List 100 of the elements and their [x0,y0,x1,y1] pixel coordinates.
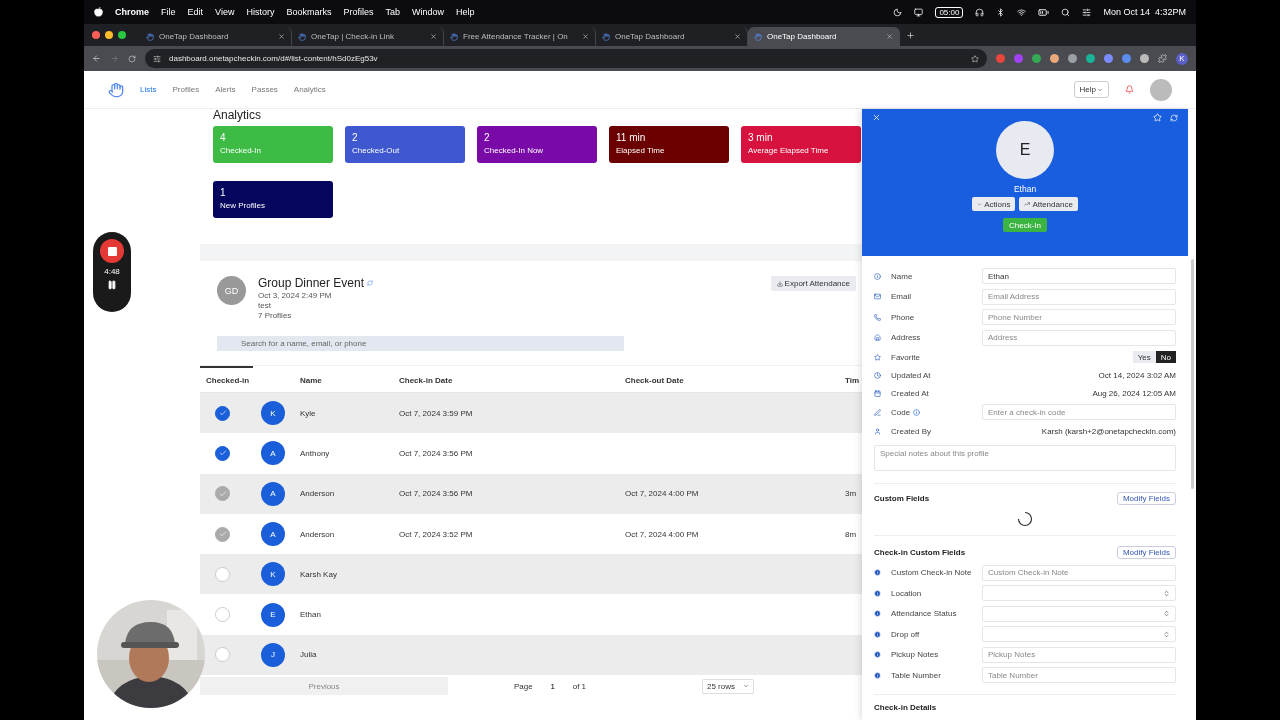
monitor-icon[interactable] [914,7,924,17]
menu-item[interactable]: Bookmarks [286,7,332,17]
person-icon [874,428,881,435]
battery-icon[interactable] [1038,6,1050,18]
close-icon[interactable] [430,33,437,40]
text-field[interactable]: Custom Check-in Note [982,564,1176,581]
text-field[interactable]: Phone Number [982,309,1176,326]
nav-link[interactable]: Passes [251,85,278,94]
check-in-toggle[interactable] [215,526,230,542]
back-icon[interactable] [92,54,101,63]
menu-item[interactable]: Chrome [115,7,149,17]
hand-icon [146,32,154,41]
menu-item[interactable]: File [161,7,176,17]
new-tab-icon[interactable] [906,30,915,40]
hand-logo-icon[interactable] [108,81,124,98]
column-header[interactable]: Tim [839,366,862,392]
close-icon[interactable] [734,33,741,40]
toggle-option[interactable]: Yes [1132,351,1156,363]
column-header[interactable]: Check-out Date [619,366,839,392]
select-field[interactable] [982,585,1176,602]
profile-avatar[interactable]: K [1176,52,1188,65]
moon-icon[interactable] [893,7,903,17]
select-field[interactable] [982,626,1176,643]
check-in-toggle[interactable] [215,486,230,502]
info-icon [874,610,881,618]
column-header[interactable]: Name [294,366,393,392]
headphones-icon[interactable] [975,7,985,17]
refresh-icon[interactable] [1170,113,1178,122]
close-icon[interactable] [278,33,285,40]
menu-item[interactable]: Window [411,7,444,17]
field-label: Table Number [891,670,941,680]
text-field[interactable]: Address [982,329,1176,346]
notes-field[interactable]: Special notes about this profile [874,444,1176,471]
text-field[interactable]: Enter a check-in code [982,404,1176,421]
name-cell-text: Anderson [299,489,336,499]
menu-item[interactable]: View [215,7,235,17]
extensions-icon[interactable] [1158,54,1167,63]
menu-item[interactable]: Profiles [343,7,374,17]
close-icon[interactable] [582,33,589,40]
close-dot[interactable] [92,31,100,39]
timer-badge[interactable]: 05:00 [935,6,964,18]
refresh-icon[interactable] [367,280,374,286]
check-in-toggle[interactable] [215,405,230,421]
nav-link[interactable]: Analytics [293,85,326,94]
text-field[interactable]: Email Address [982,288,1176,305]
menu-item[interactable]: Help [456,7,475,17]
rows-select[interactable]: 25 rows [702,678,754,694]
bluetooth-icon[interactable] [996,7,1006,17]
text-field[interactable]: Table Number [982,667,1176,684]
browser-tab[interactable]: OneTap Dashboard [748,27,900,46]
caret-icon [977,201,983,207]
nav-link[interactable]: Profiles [172,85,200,94]
text-field[interactable]: Ethan [982,268,1176,285]
hand-icon [602,32,610,41]
menu-item[interactable]: Tab [385,7,400,17]
text-field[interactable]: Pickup Notes [982,646,1176,663]
scrollbar-thumb[interactable] [1190,259,1194,489]
search-icon[interactable] [1061,7,1071,17]
help-button[interactable]: Help [1073,81,1109,98]
nav-link[interactable]: Alerts [215,85,236,94]
actions-button[interactable]: Actions [972,197,1016,211]
initial-avatar: A [261,441,285,466]
date-cell-text: Oct 7, 2024 3:52 PM [398,529,474,539]
pause-icon[interactable] [107,280,117,290]
column-header[interactable]: Check-in Date [393,366,619,392]
initial-avatar: A [261,522,285,547]
menu-clock[interactable]: Mon Oct 14 4:32PM [1103,7,1186,17]
name-cell-text: Kyle [299,408,317,418]
close-icon[interactable] [886,33,893,40]
attendance-button[interactable]: Attendance [1019,197,1078,211]
check-in-toggle[interactable] [215,445,230,461]
recording-time: 4:48 [104,267,120,276]
home-icon [874,334,881,342]
minimize-dot[interactable] [105,31,113,39]
export-button[interactable]: Export Attendance [770,276,856,291]
select-field[interactable] [982,605,1176,622]
control-center-icon[interactable] [1082,7,1092,17]
stop-button[interactable] [100,239,124,263]
field-value: Oct 14, 2024 3:02 AM [1097,370,1176,380]
check-icon [218,449,227,458]
modify-fields-button[interactable]: Modify Fields [1116,491,1176,505]
wifi-icon[interactable] [1017,7,1027,17]
nav-link[interactable]: Lists [140,85,157,94]
search-field[interactable]: Search for a name, email, or phone [217,336,624,351]
stop-icon [107,246,117,256]
menu-item[interactable]: History [246,7,275,17]
clock-icon [874,371,881,379]
zoom-dot[interactable] [118,31,126,39]
bookmark-icon[interactable] [971,54,979,63]
apple-icon[interactable] [94,7,103,17]
bell-icon[interactable] [1125,85,1134,94]
name-cell-text: Karsh Kay [299,569,338,579]
profile-name: Ethan [1013,184,1037,194]
stat-card: 4 Checked-In [213,126,333,163]
modify-fields-button[interactable]: Modify Fields [1116,545,1176,559]
address-bar[interactable]: dashboard.onetapcheckin.com/d#/list-content/hSd0zEg53v [145,49,987,68]
toggle-option[interactable]: No [1155,351,1176,363]
menu-item[interactable]: Edit [187,7,204,17]
star-icon[interactable] [1153,113,1162,122]
reload-icon[interactable] [128,54,136,63]
